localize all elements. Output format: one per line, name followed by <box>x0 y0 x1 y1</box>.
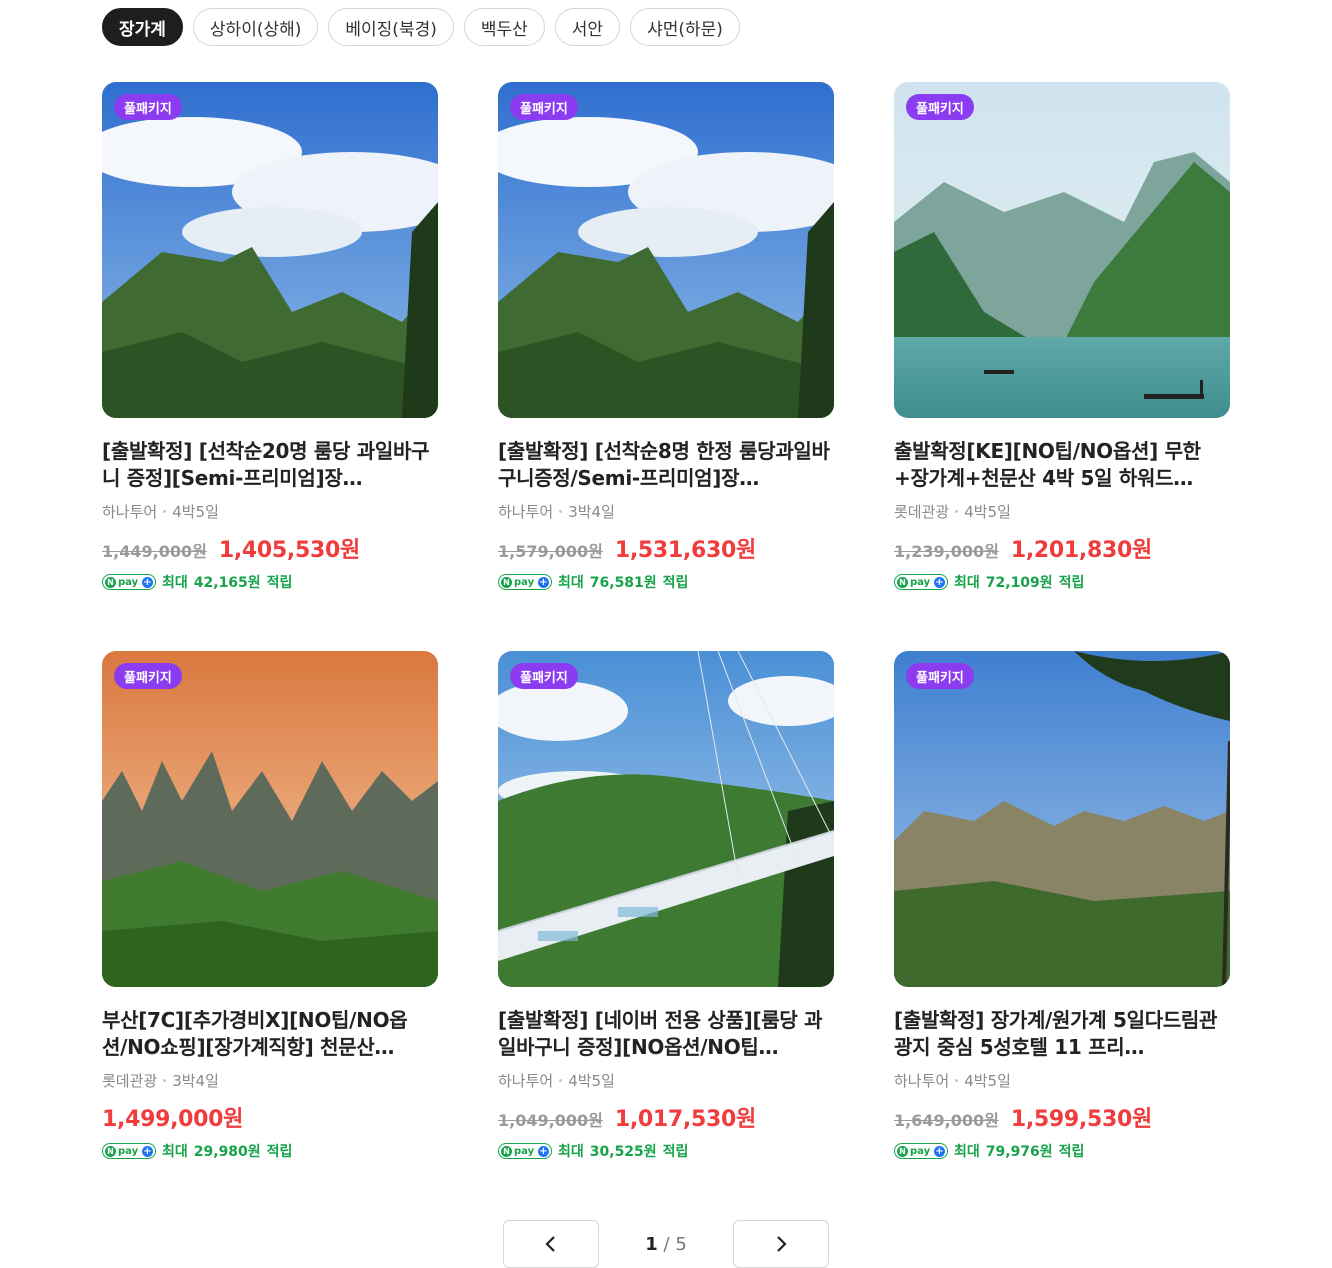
original-price: 1,579,000원 <box>498 542 603 561</box>
meta-separator <box>163 510 167 513</box>
product-image[interactable]: 풀패키지 <box>894 82 1230 418</box>
agency-name: 롯데관광 <box>102 1072 158 1090</box>
product-card[interactable]: 풀패키지 [출발확정] [네이버 전용 상품][룸당 과일바구니 증정][NO옵… <box>498 651 834 1220</box>
package-badge: 풀패키지 <box>510 663 578 689</box>
product-title[interactable]: 부산[7C][추가경비X][NO팁/NO옵션/NO쇼핑][장가계직항] 천문산… <box>102 1007 438 1061</box>
product-image[interactable]: 풀패키지 <box>102 82 438 418</box>
current-page: 1 <box>645 1233 658 1255</box>
product-card[interactable]: 풀패키지 부산[7C][추가경비X][NO팁/NO옵션/NO쇼핑][장가계직항]… <box>102 651 438 1220</box>
trip-duration: 4박5일 <box>964 503 1011 521</box>
trip-duration: 3박4일 <box>568 503 615 521</box>
agency-name: 하나투어 <box>498 1072 554 1090</box>
price-row: 1,049,000원 1,017,530원 <box>498 1101 834 1133</box>
npay-points: Npay + 최대 76,581원 적립 <box>498 572 834 592</box>
product-grid: 풀패키지 [출발확정] [선착순20명 룸당 과일바구니 증정][Semi-프리… <box>102 82 1230 1220</box>
tab-xiamen[interactable]: 샤먼(하문) <box>630 8 740 46</box>
meta-separator <box>559 510 563 513</box>
product-title[interactable]: [출발확정] [네이버 전용 상품][룸당 과일바구니 증정][NO옵션/NO팁… <box>498 1007 834 1061</box>
npay-plus-icon: Npay + <box>894 574 948 590</box>
trip-duration: 4박5일 <box>964 1072 1011 1090</box>
product-meta: 하나투어 4박5일 <box>498 1070 834 1091</box>
agency-name: 하나투어 <box>894 1072 950 1090</box>
product-image[interactable]: 풀패키지 <box>102 651 438 987</box>
product-meta: 하나투어 3박4일 <box>498 501 834 522</box>
price-row: 1,579,000원 1,531,630원 <box>498 532 834 564</box>
product-card[interactable]: 풀패키지 [출발확정] [선착순8명 한정 룸당과일바구니증정/Semi-프리미… <box>498 82 834 651</box>
product-title[interactable]: [출발확정] [선착순20명 룸당 과일바구니 증정][Semi-프리미엄]장… <box>102 438 438 492</box>
product-title[interactable]: [출발확정] [선착순8명 한정 룸당과일바구니증정/Semi-프리미엄]장… <box>498 438 834 492</box>
sale-price: 1,499,000원 <box>102 1107 244 1132</box>
product-image[interactable]: 풀패키지 <box>498 82 834 418</box>
chevron-left-icon <box>545 1236 555 1252</box>
chevron-right-icon <box>777 1236 787 1252</box>
package-badge: 풀패키지 <box>906 94 974 120</box>
npay-points: Npay + 최대 42,165원 적립 <box>102 572 438 592</box>
tab-zhangjiajie[interactable]: 장가계 <box>102 8 183 46</box>
npay-plus-icon: Npay + <box>102 574 156 590</box>
tab-baekdusan[interactable]: 백두산 <box>463 8 545 46</box>
package-badge: 풀패키지 <box>114 663 182 689</box>
meta-separator <box>163 1079 167 1082</box>
original-price: 1,649,000원 <box>894 1111 999 1130</box>
price-row: 1,499,000원 <box>102 1101 438 1133</box>
product-image[interactable]: 풀패키지 <box>498 651 834 987</box>
product-card[interactable]: 풀패키지 [출발확정] [선착순20명 룸당 과일바구니 증정][Semi-프리… <box>102 82 438 651</box>
agency-name: 하나투어 <box>102 503 158 521</box>
npay-points: Npay + 최대 30,525원 적립 <box>498 1141 834 1161</box>
tab-xian[interactable]: 서안 <box>554 8 621 46</box>
agency-name: 하나투어 <box>498 503 554 521</box>
product-meta: 하나투어 4박5일 <box>102 501 438 522</box>
prev-page-button[interactable] <box>503 1220 599 1268</box>
product-meta: 하나투어 4박5일 <box>894 1070 1230 1091</box>
npay-points: Npay + 최대 79,976원 적립 <box>894 1141 1230 1161</box>
npay-plus-icon: Npay + <box>498 1143 552 1159</box>
meta-separator <box>955 510 959 513</box>
npay-plus-icon: Npay + <box>102 1143 156 1159</box>
total-pages: 5 <box>675 1233 687 1255</box>
pagination: 1 / 5 <box>503 1220 829 1268</box>
product-title[interactable]: [출발확정] 장가계/원가계 5일다드림관광지 중심 5성호텔 11 프리… <box>894 1007 1230 1061</box>
sale-price: 1,599,530원 <box>1010 1107 1152 1132</box>
trip-duration: 4박5일 <box>172 503 219 521</box>
sale-price: 1,017,530원 <box>614 1107 756 1132</box>
product-title[interactable]: 출발확정[KE][NO팁/NO옵션] 무한+장가계+천문산 4박 5일 하워드… <box>894 438 1230 492</box>
agency-name: 롯데관광 <box>894 503 950 521</box>
tab-beijing[interactable]: 베이징(북경) <box>328 8 454 46</box>
product-meta: 롯데관광 3박4일 <box>102 1070 438 1091</box>
meta-separator <box>559 1079 563 1082</box>
meta-separator <box>955 1079 959 1082</box>
region-tabs: 장가계 상하이(상해) 베이징(북경) 백두산 서안 샤먼(하문) <box>102 8 740 46</box>
price-row: 1,239,000원 1,201,830원 <box>894 532 1230 564</box>
original-price: 1,239,000원 <box>894 542 999 561</box>
product-card[interactable]: 풀패키지 [출발확정] 장가계/원가계 5일다드림관광지 중심 5성호텔 11 … <box>894 651 1230 1220</box>
npay-plus-icon: Npay + <box>498 574 552 590</box>
trip-duration: 4박5일 <box>568 1072 615 1090</box>
page-indicator: 1 / 5 <box>645 1234 687 1255</box>
package-badge: 풀패키지 <box>906 663 974 689</box>
sale-price: 1,405,530원 <box>218 538 360 563</box>
package-badge: 풀패키지 <box>114 94 182 120</box>
original-price: 1,049,000원 <box>498 1111 603 1130</box>
product-image[interactable]: 풀패키지 <box>894 651 1230 987</box>
npay-plus-icon: Npay + <box>894 1143 948 1159</box>
tab-shanghai[interactable]: 상하이(상해) <box>192 8 319 46</box>
next-page-button[interactable] <box>733 1220 829 1268</box>
trip-duration: 3박4일 <box>172 1072 219 1090</box>
product-card[interactable]: 풀패키지 출발확정[KE][NO팁/NO옵션] 무한+장가계+천문산 4박 5일… <box>894 82 1230 651</box>
package-badge: 풀패키지 <box>510 94 578 120</box>
npay-points: Npay + 최대 29,980원 적립 <box>102 1141 438 1161</box>
sale-price: 1,201,830원 <box>1010 538 1152 563</box>
price-row: 1,449,000원 1,405,530원 <box>102 532 438 564</box>
sale-price: 1,531,630원 <box>614 538 756 563</box>
npay-points: Npay + 최대 72,109원 적립 <box>894 572 1230 592</box>
product-meta: 롯데관광 4박5일 <box>894 501 1230 522</box>
page-separator: / <box>663 1233 670 1255</box>
price-row: 1,649,000원 1,599,530원 <box>894 1101 1230 1133</box>
original-price: 1,449,000원 <box>102 542 207 561</box>
